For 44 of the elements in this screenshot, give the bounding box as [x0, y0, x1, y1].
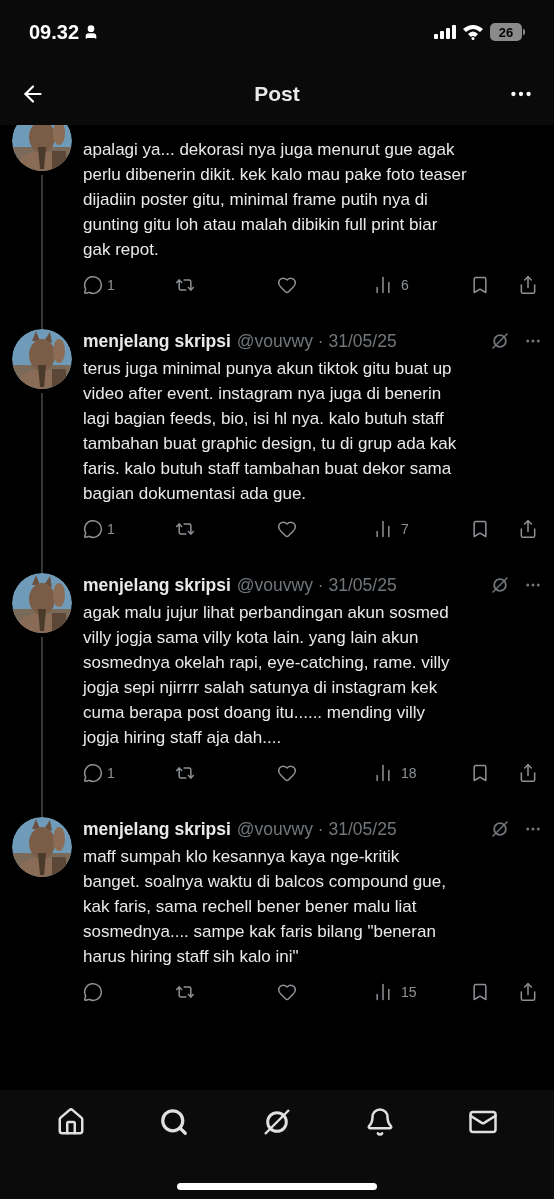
signal-icon	[434, 25, 456, 39]
share-icon[interactable]	[518, 275, 538, 295]
views-icon[interactable]	[373, 519, 393, 539]
author-name[interactable]: menjelang skripsi	[83, 571, 231, 599]
like-icon[interactable]	[277, 275, 297, 295]
post-text: terus juga minimal punya akun tiktok gitu buat up video after event. instagram nya juga di benerin lagi bagian feeds, bio, isi hl nya. kalo butuh staff tambahan buat graphic design, tu di grup ada kak faris. kalo butuh staff tambahan buat dekor sama bagian dokumentasi ada gue.	[83, 358, 458, 505]
bookmark-icon[interactable]	[470, 275, 490, 295]
like-icon[interactable]	[277, 519, 297, 539]
post-meta: @vouvwy · 31/05/25	[236, 573, 397, 597]
view-count: 7	[401, 519, 409, 539]
search-icon[interactable]	[158, 1107, 189, 1137]
like-icon[interactable]	[277, 982, 297, 1002]
status-time: 09.32	[29, 20, 80, 45]
bookmark-icon[interactable]	[470, 763, 490, 783]
battery-icon: 26	[490, 23, 525, 41]
views-icon[interactable]	[373, 763, 393, 783]
post-text: maff sumpah klo kesannya kaya nge-kritik banget. soalnya waktu di balcos compound gue, kak faris, sama rechell bener bener malu liat sosmednya.... sampe kak faris bilang "beneran harus hiring staff sih kalo ini"	[83, 846, 447, 968]
view-count: 18	[401, 763, 417, 783]
view-count: 15	[401, 982, 417, 1002]
reply-count: 1	[107, 519, 115, 539]
reply-icon[interactable]	[83, 275, 103, 295]
author-name[interactable]: menjelang skripsi	[83, 815, 231, 843]
post-meta: @vouvwy · 31/05/25	[236, 329, 397, 353]
reply-count: 1	[107, 275, 115, 295]
page-title: Post	[254, 80, 300, 107]
bookmark-icon[interactable]	[470, 982, 490, 1002]
reply-icon[interactable]	[83, 763, 103, 783]
like-icon[interactable]	[277, 763, 297, 783]
reply-icon[interactable]	[83, 519, 103, 539]
share-icon[interactable]	[518, 519, 538, 539]
reply-icon[interactable]	[83, 982, 103, 1002]
home-icon[interactable]	[56, 1107, 87, 1137]
wifi-icon	[462, 24, 484, 40]
views-icon[interactable]	[373, 275, 393, 295]
author-name[interactable]: menjelang skripsi	[83, 327, 231, 355]
post-meta: @vouvwy · 31/05/25	[236, 817, 397, 841]
views-icon[interactable]	[373, 982, 393, 1002]
share-icon[interactable]	[518, 982, 538, 1002]
post-text: apalagi ya... dekorasi nya juga menurut gue agak perlu dibenerin dikit. kek kalo mau pake foto teaser dijadiin poster gitu, minimal frame putih nya di gunting gitu loh atau malah dibikin full print biar gak repot.	[83, 139, 468, 261]
share-icon[interactable]	[518, 763, 538, 783]
bookmark-icon[interactable]	[470, 519, 490, 539]
post-text: agak malu jujur lihat perbandingan akun sosmed villy jogja sama villy kota lain. yang lain akun sosmednya okelah rapi, eye-catching, rame. villy jogja sepi njirrrr salah satunya di instagram kek cuma berapa post doang itu...... mending villy jogja hiring staff aja dah....	[83, 602, 451, 749]
reply-count: 1	[107, 763, 115, 783]
view-count: 6	[401, 275, 409, 295]
